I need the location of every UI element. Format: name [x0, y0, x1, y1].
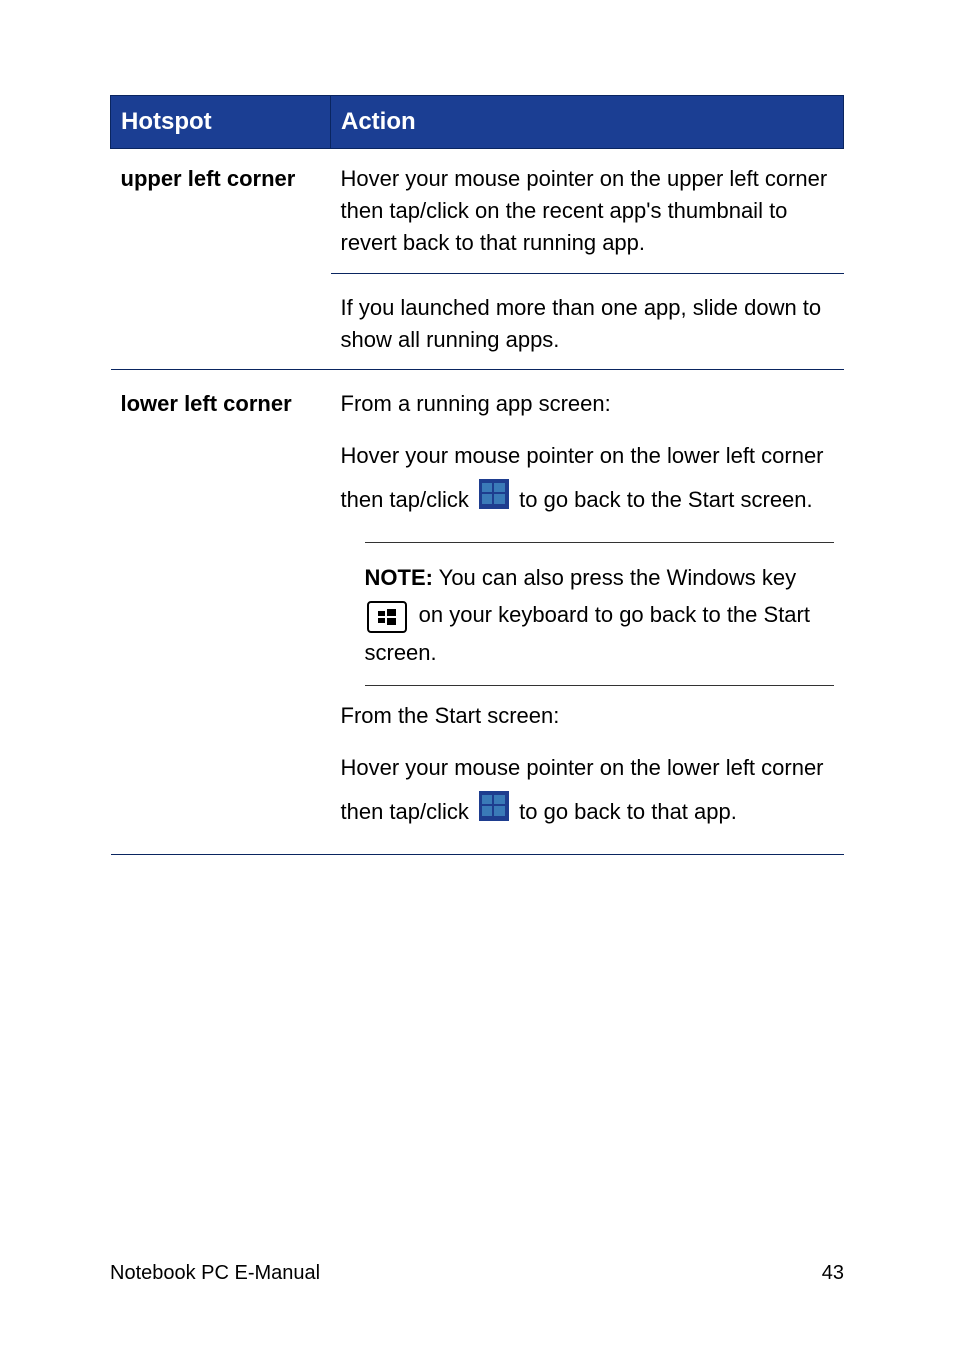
note-pre: You can also press the Windows key	[433, 565, 796, 590]
start-tile-icon	[479, 791, 509, 836]
row-upper-left-label: upper left corner	[111, 149, 331, 370]
note-label: NOTE:	[365, 565, 433, 590]
row-upper-left-p1: Hover your mouse pointer on the upper le…	[331, 149, 844, 274]
footer-page-number: 43	[822, 1262, 844, 1285]
windows-key-icon	[367, 601, 407, 633]
header-action: Action	[331, 96, 844, 149]
page-content: Hotspot Action upper left corner Hover y…	[0, 0, 954, 855]
start-post: to go back to that app.	[519, 799, 737, 824]
footer-title: Notebook PC E-Manual	[110, 1262, 320, 1285]
start-tile-icon	[479, 479, 509, 524]
running-post: to go back to the Start screen.	[519, 487, 813, 512]
row-lower-left-action: From a running app screen: Hover your mo…	[331, 370, 844, 854]
note-box: NOTE: You can also press the Windows key…	[365, 542, 834, 686]
running-body: Hover your mouse pointer on the lower le…	[341, 434, 834, 524]
page-footer: Notebook PC E-Manual 43	[110, 1262, 844, 1285]
row-lower-left-label: lower left corner	[111, 370, 331, 854]
running-intro: From a running app screen:	[341, 388, 834, 420]
start-intro: From the Start screen:	[341, 700, 834, 732]
row-upper-left-p2: If you launched more than one app, slide…	[331, 273, 844, 370]
note-post: on your keyboard to go back to the Start…	[365, 602, 810, 664]
header-hotspot: Hotspot	[111, 96, 331, 149]
hotspot-table: Hotspot Action upper left corner Hover y…	[110, 95, 844, 855]
start-body: Hover your mouse pointer on the lower le…	[341, 746, 834, 836]
